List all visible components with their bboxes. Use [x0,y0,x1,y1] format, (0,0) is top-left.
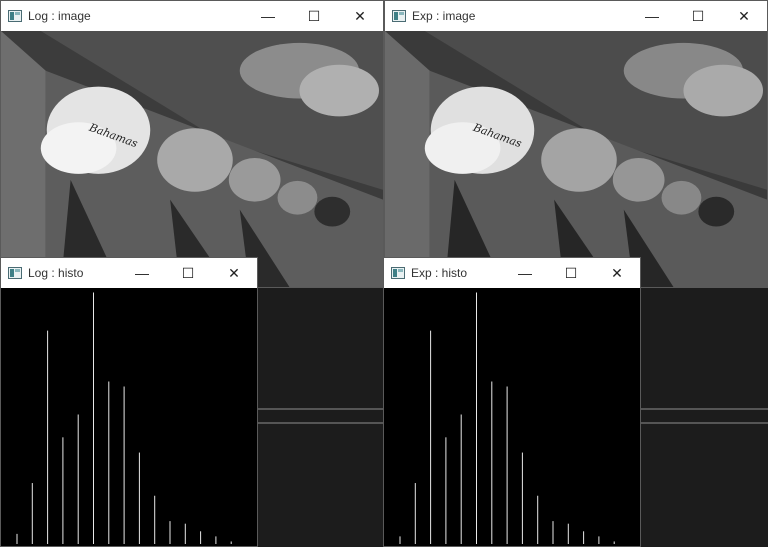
histogram-canvas [1,288,257,546]
window-title: Log : histo [28,266,84,280]
maximize-button[interactable]: ☐ [675,1,721,31]
title-bar[interactable]: Exp : image — ☐ ✕ [385,1,767,31]
histogram-plot [1,288,257,546]
divider-line [641,422,768,424]
app-icon [8,10,22,22]
close-button[interactable]: ✕ [337,1,383,31]
app-icon [8,267,22,279]
divider-line [257,422,383,424]
exp-image-window[interactable]: Exp : image — ☐ ✕ Bahamas [384,0,768,288]
close-button[interactable]: ✕ [211,258,257,288]
histogram-plot [384,288,640,546]
maximize-button[interactable]: ☐ [548,258,594,288]
title-bar[interactable]: Log : histo — ☐ ✕ [1,258,257,288]
histogram-canvas [384,288,640,546]
close-button[interactable]: ✕ [594,258,640,288]
caps-photo: Bahamas [1,31,383,287]
minimize-button[interactable]: — [502,258,548,288]
divider-line [257,408,383,410]
maximize-button[interactable]: ☐ [291,1,337,31]
minimize-button[interactable]: — [629,1,675,31]
log-histo-window[interactable]: Log : histo — ☐ ✕ [0,257,258,547]
close-button[interactable]: ✕ [721,1,767,31]
app-icon [391,267,405,279]
image-canvas: Bahamas [1,31,383,287]
window-title: Exp : histo [411,266,468,280]
minimize-button[interactable]: — [245,1,291,31]
background-pane-left [257,288,383,547]
maximize-button[interactable]: ☐ [165,258,211,288]
title-bar[interactable]: Exp : histo — ☐ ✕ [384,258,640,288]
title-bar[interactable]: Log : image — ☐ ✕ [1,1,383,31]
divider-line [641,408,768,410]
background-pane-right [641,288,768,547]
app-icon [392,10,406,22]
image-canvas: Bahamas [385,31,767,287]
caps-photo: Bahamas [385,31,767,287]
minimize-button[interactable]: — [119,258,165,288]
exp-histo-window[interactable]: Exp : histo — ☐ ✕ [383,257,641,547]
window-title: Exp : image [412,9,476,23]
log-image-window[interactable]: Log : image — ☐ ✕ Bahamas [0,0,384,288]
window-title: Log : image [28,9,91,23]
